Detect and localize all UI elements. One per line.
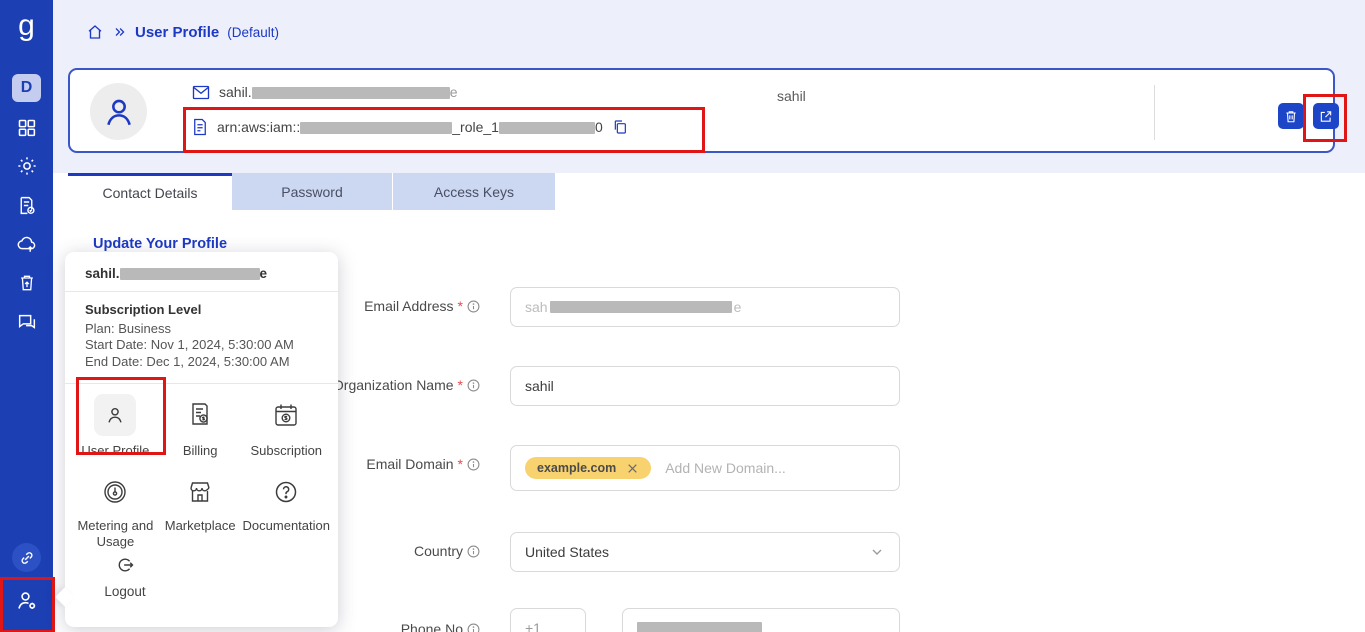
trash-restore-icon[interactable] bbox=[0, 268, 53, 298]
info-icon[interactable] bbox=[467, 545, 480, 558]
breadcrumb-separator-icon bbox=[112, 25, 127, 39]
document-icon bbox=[192, 118, 208, 136]
invoice-icon bbox=[188, 394, 212, 436]
home-icon[interactable] bbox=[86, 23, 104, 41]
app-window: g D User P bbox=[0, 0, 1365, 632]
user-settings-icon[interactable] bbox=[0, 586, 53, 616]
menu-item-billing[interactable]: Billing bbox=[158, 394, 243, 459]
menu-item-user-profile[interactable]: User Profile bbox=[73, 394, 158, 459]
info-icon[interactable] bbox=[467, 623, 480, 632]
org-name-label: sahil bbox=[777, 88, 806, 104]
tab-contact-details[interactable]: Contact Details bbox=[68, 173, 232, 210]
copy-icon[interactable] bbox=[612, 119, 628, 135]
section-heading: Update Your Profile bbox=[93, 236, 227, 252]
envelope-icon bbox=[192, 85, 210, 100]
organization-name-input[interactable]: sahil bbox=[510, 366, 900, 406]
chip-close-icon[interactable] bbox=[626, 462, 639, 475]
avatar bbox=[90, 83, 147, 140]
storefront-icon bbox=[187, 473, 213, 511]
info-icon[interactable] bbox=[467, 300, 480, 313]
tab-access-keys[interactable]: Access Keys bbox=[393, 173, 555, 210]
user-email: sahil.e bbox=[219, 84, 457, 100]
user-icon bbox=[94, 394, 136, 436]
settings-gear-icon[interactable] bbox=[0, 151, 53, 181]
cloud-upload-icon[interactable] bbox=[0, 229, 53, 259]
popup-menu-grid: User Profile Billing Subscription Meteri… bbox=[65, 384, 338, 551]
menu-item-logout[interactable]: Logout bbox=[65, 555, 185, 599]
breadcrumb-title[interactable]: User Profile bbox=[135, 24, 219, 41]
phone-number-input[interactable] bbox=[622, 608, 900, 632]
open-profile-button[interactable] bbox=[1313, 103, 1339, 129]
question-circle-icon bbox=[274, 473, 298, 511]
tab-password[interactable]: Password bbox=[232, 173, 392, 210]
info-icon[interactable] bbox=[467, 458, 480, 471]
menu-item-documentation[interactable]: Documentation bbox=[243, 473, 330, 551]
sidebar: g D bbox=[0, 0, 53, 632]
gauge-icon bbox=[102, 473, 128, 511]
account-popup: sahil.e Subscription Level Plan: Busines… bbox=[65, 252, 338, 627]
country-select[interactable]: United States bbox=[510, 532, 900, 572]
email-address-input[interactable]: sahe bbox=[510, 287, 900, 327]
menu-item-marketplace[interactable]: Marketplace bbox=[158, 473, 243, 551]
add-domain-field[interactable] bbox=[663, 459, 885, 477]
calendar-dollar-icon bbox=[273, 394, 299, 436]
subscription-start: Start Date: Nov 1, 2024, 5:30:00 AM bbox=[85, 337, 318, 354]
dial-code-input[interactable]: +1 bbox=[510, 608, 586, 632]
menu-item-subscription[interactable]: Subscription bbox=[243, 394, 330, 459]
link-icon[interactable] bbox=[12, 543, 41, 572]
file-check-icon[interactable] bbox=[0, 190, 53, 220]
workspace-badge[interactable]: D bbox=[12, 74, 41, 102]
dashboard-grid-icon[interactable] bbox=[0, 112, 53, 142]
delete-user-button[interactable] bbox=[1278, 103, 1304, 129]
user-email-row: sahil.e bbox=[192, 84, 457, 100]
subscription-end: End Date: Dec 1, 2024, 5:30:00 AM bbox=[85, 354, 318, 371]
card-divider bbox=[1154, 85, 1155, 140]
subscription-plan: Plan: Business bbox=[85, 321, 318, 338]
info-icon[interactable] bbox=[467, 379, 480, 392]
app-logo[interactable]: g bbox=[0, 6, 53, 46]
breadcrumb: User Profile (Default) bbox=[86, 22, 279, 42]
subscription-summary: Subscription Level Plan: Business Start … bbox=[65, 292, 338, 384]
chat-icon[interactable] bbox=[0, 307, 53, 337]
chevron-down-icon bbox=[869, 544, 885, 560]
profile-card: sahil.e arn:aws:iam::_role_10 sahil bbox=[68, 68, 1335, 153]
user-arn-row: arn:aws:iam::_role_10 bbox=[192, 118, 628, 136]
popup-user-email: sahil.e bbox=[65, 252, 338, 292]
domain-chip: example.com bbox=[525, 457, 651, 479]
subscription-heading: Subscription Level bbox=[85, 302, 318, 319]
breadcrumb-suffix: (Default) bbox=[227, 25, 279, 40]
logout-icon bbox=[115, 555, 135, 575]
user-arn: arn:aws:iam::_role_10 bbox=[217, 119, 603, 135]
menu-item-metering-usage[interactable]: Metering and Usage bbox=[73, 473, 158, 551]
email-domain-input[interactable]: example.com bbox=[510, 445, 900, 491]
